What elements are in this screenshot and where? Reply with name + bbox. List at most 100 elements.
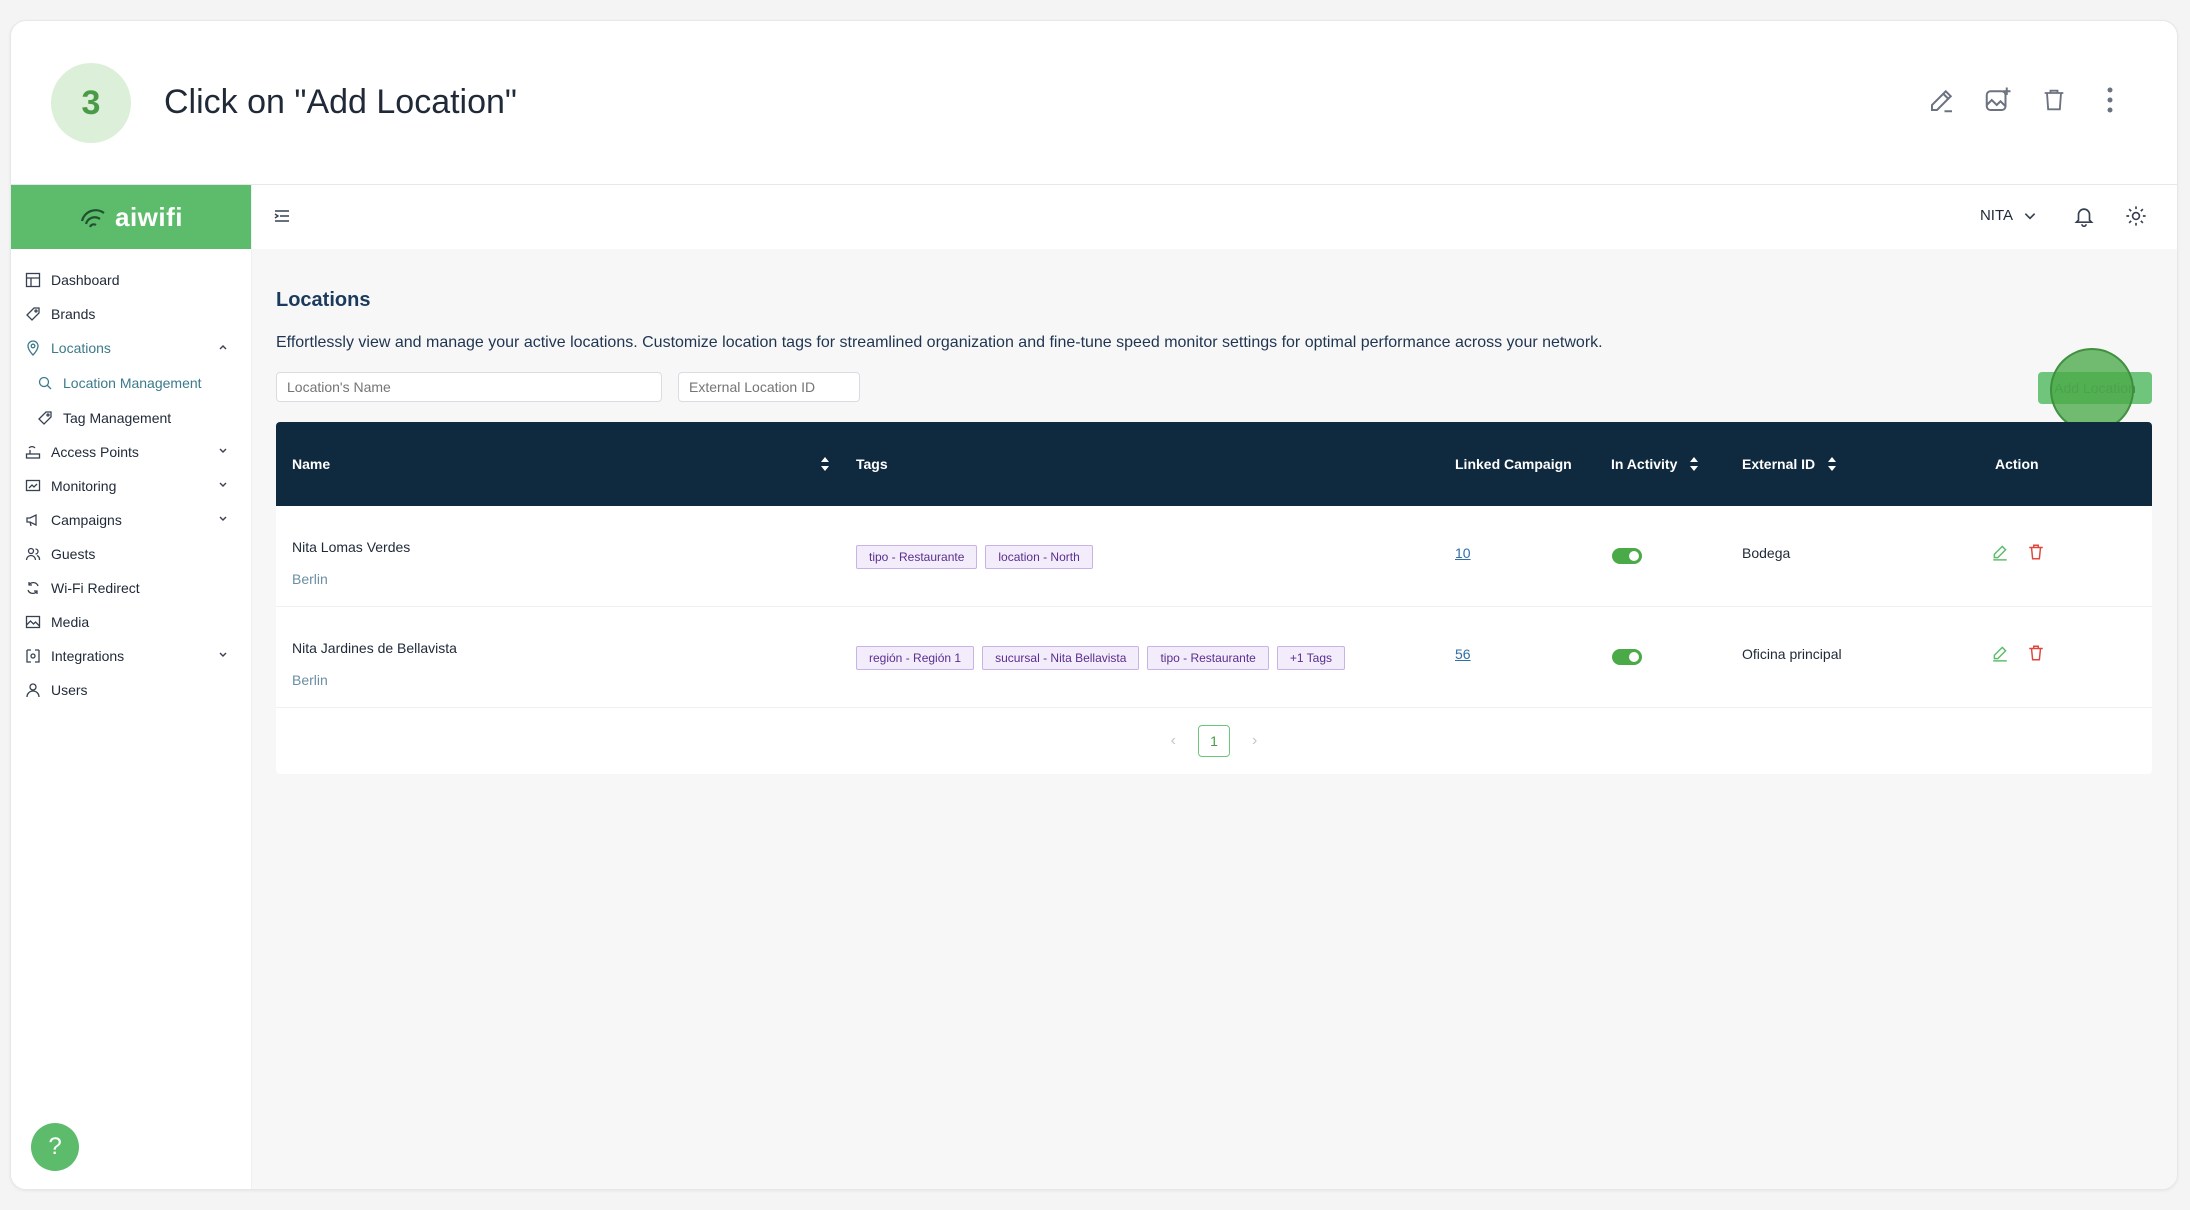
sidebar-item-tag-management[interactable]: Tag Management <box>11 400 251 435</box>
add-image-button[interactable] <box>1981 83 2015 117</box>
user-icon <box>25 682 41 698</box>
image-add-icon <box>1985 87 2011 111</box>
chevron-down-icon <box>219 448 227 453</box>
edit-icon[interactable] <box>1991 644 2009 662</box>
col-name[interactable]: Name <box>292 456 832 472</box>
chevron-down-icon <box>2024 212 2036 219</box>
step-header: 3 Click on "Add Location" <box>11 21 2177 185</box>
col-external-label: External ID <box>1742 456 1816 472</box>
location-pin-icon <box>25 340 41 356</box>
sort-icon <box>1690 457 1699 471</box>
tag-icon <box>37 410 53 426</box>
location-name-input[interactable] <box>276 372 662 402</box>
page-description: Effortlessly view and manage your active… <box>276 334 1603 351</box>
add-location-button[interactable]: Add Location <box>2038 372 2152 404</box>
sidebar-item-brands[interactable]: Brands <box>11 297 251 331</box>
sidebar-item-label: Location Management <box>63 374 202 391</box>
guide-card: 3 Click on "Add Location" aiwifi Dashboa… <box>10 20 2178 1190</box>
sort-icon <box>1828 457 1837 471</box>
monitor-icon <box>25 478 41 494</box>
more-tags-chip[interactable]: +1 Tags <box>1276 646 1345 670</box>
sidebar-item-dashboard[interactable]: Dashboard <box>11 263 251 297</box>
linked-campaign-link[interactable]: 56 <box>1455 646 1471 662</box>
topbar: NITA <box>252 185 2177 249</box>
trash-icon[interactable] <box>2027 543 2045 561</box>
sidebar-item-wifi-redirect[interactable]: Wi-Fi Redirect <box>11 571 251 605</box>
sidebar-item-access-points[interactable]: Access Points <box>11 435 251 469</box>
sidebar-item-users[interactable]: Users <box>11 673 251 707</box>
pagination: ‹ 1 › <box>276 708 2152 774</box>
col-external-id[interactable]: External ID <box>1742 456 1837 472</box>
more-options-button[interactable] <box>2093 83 2127 117</box>
col-action-label: Action <box>1995 456 2039 472</box>
bell-icon[interactable] <box>2073 205 2095 227</box>
table-row: Nita Lomas Verdes Berlin tipo - Restaura… <box>276 506 2152 607</box>
tag-chip: location - North <box>985 545 1093 569</box>
location-name[interactable]: Nita Jardines de Bellavista <box>292 640 457 656</box>
media-icon <box>25 614 41 630</box>
chevron-down-icon <box>219 516 227 521</box>
col-in-activity[interactable]: In Activity <box>1611 456 1699 472</box>
sidebar-item-integrations[interactable]: Integrations <box>11 639 251 673</box>
more-vertical-icon <box>2107 87 2113 113</box>
locations-table: Name Tags Linked Campaign In Activity Ex… <box>276 422 2152 774</box>
sidebar-item-media[interactable]: Media <box>11 605 251 639</box>
step-title: Click on "Add Location" <box>164 83 517 121</box>
chevron-down-icon <box>219 482 227 487</box>
sidebar-item-label: Access Points <box>51 444 139 460</box>
sidebar-item-label: Tag Management <box>63 409 172 426</box>
delete-step-button[interactable] <box>2037 83 2071 117</box>
linked-campaign-link[interactable]: 10 <box>1455 545 1471 561</box>
chevron-right-icon[interactable]: › <box>1252 732 1257 750</box>
tag-chip: región - Región 1 <box>856 646 975 670</box>
chevron-down-icon <box>219 652 227 657</box>
access-point-icon <box>25 444 41 460</box>
activity-toggle[interactable] <box>1612 548 1642 564</box>
sidebar-item-monitoring[interactable]: Monitoring <box>11 469 251 503</box>
menu-collapse-icon[interactable] <box>274 209 290 223</box>
location-name[interactable]: Nita Lomas Verdes <box>292 539 410 555</box>
megaphone-icon <box>25 512 41 528</box>
col-action: Action <box>1995 456 2039 472</box>
locations-page: Locations Effortlessly view and manage y… <box>276 289 2152 774</box>
user-menu[interactable]: NITA <box>1980 207 2037 224</box>
location-search-icon <box>37 375 53 391</box>
sidebar-item-locations[interactable]: Locations <box>11 331 251 365</box>
pencil-icon <box>1931 89 1953 113</box>
logo[interactable]: aiwifi <box>11 185 251 249</box>
trash-icon[interactable] <box>2027 644 2045 662</box>
external-id: Oficina principal <box>1742 646 1842 662</box>
chevron-up-icon <box>219 345 227 350</box>
logo-text: aiwifi <box>114 201 183 232</box>
filters-bar: Add Location <box>276 348 2152 432</box>
table-row: Nita Jardines de Bellavista Berlin regió… <box>276 607 2152 708</box>
row-actions <box>1991 543 2045 561</box>
main-area: NITA Locations Effortlessly view and man… <box>252 185 2177 1189</box>
sidebar-item-label: Integrations <box>51 648 125 664</box>
gear-icon[interactable] <box>2125 205 2147 227</box>
user-name: NITA <box>1979 207 2013 224</box>
sidebar-item-guests[interactable]: Guests <box>11 537 251 571</box>
sidebar-item-label: Guests <box>51 546 96 562</box>
external-id-input[interactable] <box>678 372 860 402</box>
help-button[interactable]: ? <box>31 1123 79 1171</box>
row-actions <box>1991 644 2045 662</box>
sidebar-item-campaigns[interactable]: Campaigns <box>11 503 251 537</box>
edit-icon[interactable] <box>1991 543 2009 561</box>
sidebar-item-location-management[interactable]: Location Management <box>11 365 251 400</box>
tag-chip: tipo - Restaurante <box>1147 646 1269 670</box>
tag-list: tipo - Restaurante location - North <box>856 545 1093 569</box>
sidebar-item-label: Dashboard <box>51 272 120 288</box>
integrations-icon <box>25 648 41 664</box>
step-number-badge: 3 <box>51 63 131 143</box>
sidebar: aiwifi Dashboard Brands Locations Locati… <box>11 185 252 1189</box>
page-number[interactable]: 1 <box>1198 725 1230 757</box>
edit-step-button[interactable] <box>1925 83 1959 117</box>
location-city: Berlin <box>292 672 328 688</box>
chevron-left-icon[interactable]: ‹ <box>1171 732 1176 750</box>
guests-icon <box>25 546 41 562</box>
sidebar-item-label: Users <box>51 682 88 698</box>
table-header: Name Tags Linked Campaign In Activity Ex… <box>276 422 2152 506</box>
activity-toggle[interactable] <box>1612 649 1642 665</box>
sidebar-item-label: Monitoring <box>51 478 117 494</box>
